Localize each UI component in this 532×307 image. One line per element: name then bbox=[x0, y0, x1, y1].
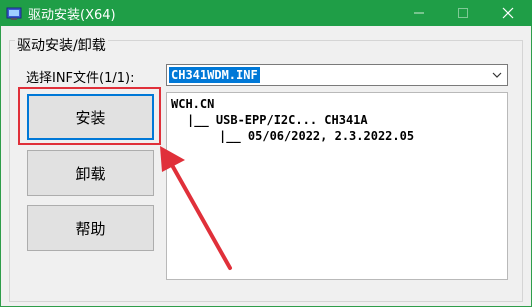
minimize-icon bbox=[414, 12, 424, 14]
help-button[interactable]: 帮助 bbox=[27, 205, 154, 251]
install-button[interactable]: 安装 bbox=[27, 94, 154, 140]
inf-select-label: 选择INF文件(1/1): bbox=[26, 71, 135, 86]
maximize-icon bbox=[458, 8, 468, 18]
close-icon bbox=[502, 7, 514, 19]
info-vendor-line: WCH.CN bbox=[171, 97, 215, 111]
title-bar[interactable]: 驱动安装(X64) bbox=[0, 0, 532, 26]
info-version-line: |__ 05/06/2022, 2.3.2022.05 bbox=[219, 129, 415, 143]
info-device-line: |__ USB-EPP/I2C... CH341A bbox=[187, 113, 368, 127]
inf-file-selected: CH341WDM.INF bbox=[169, 67, 260, 83]
chevron-down-icon[interactable] bbox=[490, 68, 504, 82]
uninstall-button[interactable]: 卸载 bbox=[27, 150, 154, 196]
app-icon bbox=[6, 7, 22, 20]
close-button[interactable] bbox=[486, 0, 530, 26]
driver-install-window: 驱动安装(X64) 驱动安装/卸载 选择INF文件(1/1): CH341WDM… bbox=[0, 0, 532, 307]
client-area: 驱动安装/卸载 选择INF文件(1/1): CH341WDM.INF 安装 卸载… bbox=[1, 26, 531, 306]
minimize-button[interactable] bbox=[397, 0, 441, 26]
driver-info-panel: WCH.CN |__ USB-EPP/I2C... CH341A |__ 05/… bbox=[166, 92, 508, 280]
maximize-button[interactable] bbox=[441, 0, 485, 26]
window-title: 驱动安装(X64) bbox=[28, 8, 116, 23]
group-label: 驱动安装/卸载 bbox=[15, 35, 108, 55]
inf-file-dropdown[interactable]: CH341WDM.INF bbox=[166, 64, 508, 86]
